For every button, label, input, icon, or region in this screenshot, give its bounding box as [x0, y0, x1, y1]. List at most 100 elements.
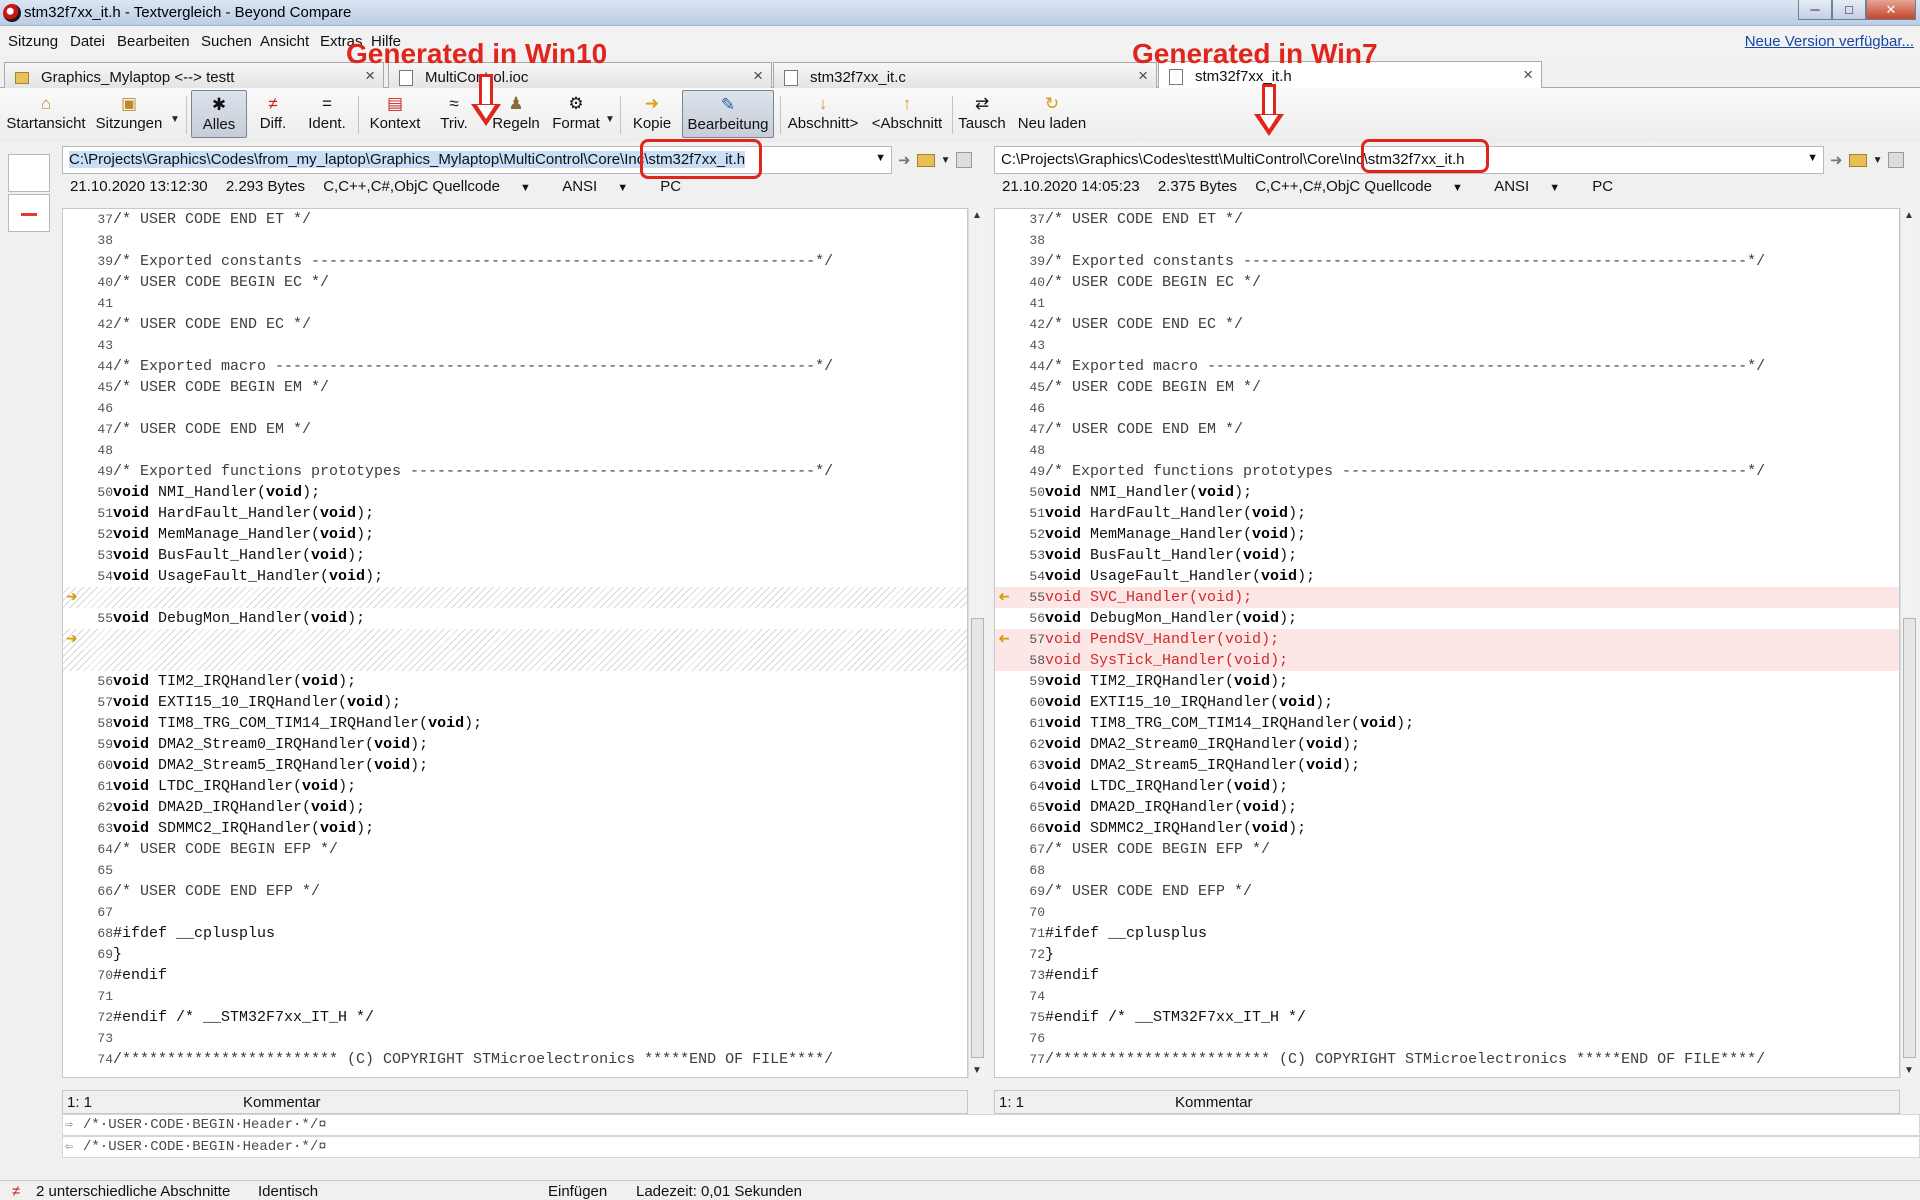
code-line[interactable]: 51 void HardFault_Handler(void);	[63, 503, 967, 524]
missing-line-placeholder[interactable]	[63, 629, 967, 650]
code-line[interactable]: 69/* USER CODE END EFP */	[995, 881, 1899, 902]
diff-arrow-icon[interactable]: ➜	[998, 630, 1010, 647]
code-line[interactable]: 50 void NMI_Handler(void);	[63, 482, 967, 503]
missing-line-placeholder[interactable]	[63, 650, 967, 671]
open-folder-icon[interactable]	[1848, 153, 1867, 167]
context-button[interactable]: ▤ Kontext	[364, 90, 426, 138]
code-line[interactable]: 43	[63, 335, 967, 356]
code-line[interactable]: 40/* USER CODE BEGIN EC */	[63, 272, 967, 293]
code-line[interactable]: 56 void DebugMon_Handler(void);	[995, 608, 1899, 629]
minimize-button[interactable]: ─	[1798, 0, 1832, 20]
menu-bearbeiten[interactable]: Bearbeiten	[117, 33, 190, 50]
diff-arrow-icon[interactable]: ➜	[998, 588, 1010, 605]
code-line[interactable]: 54 void UsageFault_Handler(void);	[63, 566, 967, 587]
sessions-dropdown-icon[interactable]: ▼	[170, 114, 180, 125]
code-line[interactable]: 70 #endif	[63, 965, 967, 986]
code-line[interactable]: 52 void MemManage_Handler(void);	[995, 524, 1899, 545]
close-window-button[interactable]: ✕	[1866, 0, 1916, 20]
code-line[interactable]: 38	[63, 230, 967, 251]
code-line[interactable]: 45/* USER CODE BEGIN EM */	[63, 377, 967, 398]
code-line[interactable]: 52 void MemManage_Handler(void);	[63, 524, 967, 545]
code-line[interactable]: 62 void DMA2_Stream0_IRQHandler(void);	[995, 734, 1899, 755]
code-line[interactable]: 42/* USER CODE END EC */	[995, 314, 1899, 335]
new-version-link[interactable]: Neue Version verfügbar...	[1745, 33, 1914, 50]
close-tab-icon[interactable]: ×	[753, 66, 763, 86]
menu-sitzung[interactable]: Sitzung	[8, 33, 58, 50]
left-path-field[interactable]: C:\Projects\Graphics\Codes\from_my_lapto…	[62, 146, 892, 174]
code-line[interactable]: 75 #endif /* __STM32F7xx_IT_H */	[995, 1007, 1899, 1028]
code-line[interactable]: 63 void SDMMC2_IRQHandler(void);	[63, 818, 967, 839]
scroll-down-icon[interactable]: ▼	[1904, 1065, 1914, 1076]
code-line[interactable]: 66 void SDMMC2_IRQHandler(void);	[995, 818, 1899, 839]
right-code-pane[interactable]: 37/* USER CODE END ET */38 39/* Exported …	[994, 208, 1900, 1078]
tab-folder-compare[interactable]: Graphics_Mylaptop <--> testt ×	[4, 62, 384, 88]
menu-suchen[interactable]: Suchen	[201, 33, 252, 50]
code-line[interactable]: 53 void BusFault_Handler(void);	[995, 545, 1899, 566]
code-line[interactable]: 65	[63, 860, 967, 881]
diff-line[interactable]: 57 void PendSV_Handler(void);	[995, 629, 1899, 650]
scroll-down-icon[interactable]: ▼	[972, 1065, 982, 1076]
code-line[interactable]: 46	[995, 398, 1899, 419]
show-same-button[interactable]: = Ident.	[304, 90, 350, 138]
code-line[interactable]: 45/* USER CODE BEGIN EM */	[995, 377, 1899, 398]
format-select[interactable]: C,C++,C#,ObjC Quellcode ▼	[323, 178, 545, 195]
diff-line[interactable]: 55 void SVC_Handler(void);	[995, 587, 1899, 608]
chevron-down-icon[interactable]: ▼	[1873, 155, 1883, 166]
code-line[interactable]: 73	[63, 1028, 967, 1049]
reload-button[interactable]: ↻ Neu laden	[1014, 90, 1090, 138]
code-line[interactable]: 77/************************ (C) COPYRIGH…	[995, 1049, 1899, 1070]
left-code-pane[interactable]: 37/* USER CODE END ET */38 39/* Exported …	[62, 208, 968, 1078]
encoding-select[interactable]: ANSI ▼	[1494, 178, 1574, 195]
line-ending[interactable]: PC	[1592, 178, 1613, 195]
code-line[interactable]: 44/* Exported macro --------------------…	[995, 356, 1899, 377]
code-line[interactable]: 64/* USER CODE BEGIN EFP */	[63, 839, 967, 860]
next-section-button[interactable]: ↓ Abschnitt>	[784, 90, 862, 138]
code-line[interactable]: 48	[63, 440, 967, 461]
code-line[interactable]: 39/* Exported constants ----------------…	[63, 251, 967, 272]
left-vertical-scrollbar[interactable]: ▲ ▼	[968, 208, 986, 1078]
code-line[interactable]: 44/* Exported macro --------------------…	[63, 356, 967, 377]
code-line[interactable]: 68	[995, 860, 1899, 881]
code-line[interactable]: 67	[63, 902, 967, 923]
chevron-down-icon[interactable]: ▼	[875, 152, 886, 164]
copy-button[interactable]: ➜ Kopie	[626, 90, 678, 138]
code-line[interactable]: 67/* USER CODE BEGIN EFP */	[995, 839, 1899, 860]
diff-line[interactable]: 58 void SysTick_Handler(void);	[995, 650, 1899, 671]
code-line[interactable]: 69}	[63, 944, 967, 965]
code-line[interactable]: 55 void DebugMon_Handler(void);	[63, 608, 967, 629]
code-line[interactable]: 41	[63, 293, 967, 314]
scroll-up-icon[interactable]: ▲	[1904, 210, 1914, 221]
format-select[interactable]: C,C++,C#,ObjC Quellcode ▼	[1255, 178, 1477, 195]
right-vertical-scrollbar[interactable]: ▲ ▼	[1900, 208, 1918, 1078]
scroll-up-icon[interactable]: ▲	[972, 210, 982, 221]
diff-arrow-icon[interactable]: ➜	[66, 630, 78, 647]
save-icon[interactable]	[956, 152, 973, 168]
swap-button[interactable]: ⇄ Tausch	[956, 90, 1008, 138]
diff-overview-panel[interactable]	[0, 142, 62, 1182]
code-line[interactable]: 60 void DMA2_Stream5_IRQHandler(void);	[63, 755, 967, 776]
code-line[interactable]: 49/* Exported functions prototypes -----…	[995, 461, 1899, 482]
diff-arrow-icon[interactable]: ➜	[66, 588, 78, 605]
open-folder-icon[interactable]	[916, 153, 935, 167]
code-line[interactable]: 56 void TIM2_IRQHandler(void);	[63, 671, 967, 692]
show-all-button[interactable]: ✱ Alles	[191, 90, 247, 138]
code-line[interactable]: 63 void DMA2_Stream5_IRQHandler(void);	[995, 755, 1899, 776]
code-line[interactable]: 37/* USER CODE END ET */	[995, 209, 1899, 230]
code-line[interactable]: 66/* USER CODE END EFP */	[63, 881, 967, 902]
code-line[interactable]: 73 #endif	[995, 965, 1899, 986]
code-line[interactable]: 47/* USER CODE END EM */	[995, 419, 1899, 440]
close-tab-icon[interactable]: ×	[1523, 65, 1533, 85]
code-line[interactable]: 61 void TIM8_TRG_COM_TIM14_IRQHandler(voi…	[995, 713, 1899, 734]
code-line[interactable]: 65 void DMA2D_IRQHandler(void);	[995, 797, 1899, 818]
code-line[interactable]: 60 void EXTI15_10_IRQHandler(void);	[995, 692, 1899, 713]
code-line[interactable]: 64 void LTDC_IRQHandler(void);	[995, 776, 1899, 797]
code-line[interactable]: 72}	[995, 944, 1899, 965]
code-line[interactable]: 39/* Exported constants ----------------…	[995, 251, 1899, 272]
code-line[interactable]: 74	[995, 986, 1899, 1007]
missing-line-placeholder[interactable]	[63, 587, 967, 608]
history-icon[interactable]: ➜	[898, 151, 911, 169]
code-line[interactable]: 47/* USER CODE END EM */	[63, 419, 967, 440]
prev-section-button[interactable]: ↑ <Abschnitt	[868, 90, 946, 138]
history-icon[interactable]: ➜	[1830, 151, 1843, 169]
code-line[interactable]: 37/* USER CODE END ET */	[63, 209, 967, 230]
